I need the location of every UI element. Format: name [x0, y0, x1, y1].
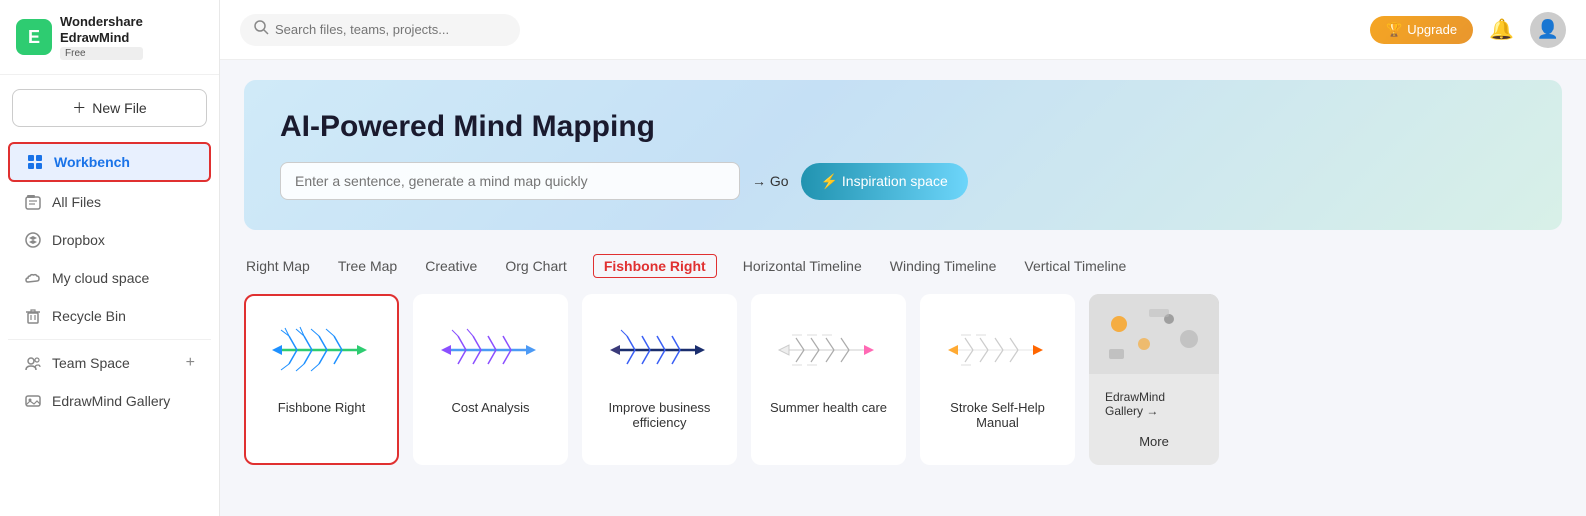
logo-text: WondershareEdrawMind Free — [60, 14, 143, 60]
app-badge: Free — [60, 47, 143, 60]
sidebar-item-all-files[interactable]: All Files — [8, 184, 211, 220]
user-avatar[interactable]: 👤 — [1530, 12, 1566, 48]
template-card-cost-analysis[interactable]: Cost Analysis — [413, 294, 568, 465]
hero-input[interactable] — [280, 162, 740, 200]
upgrade-icon: 🏆 — [1386, 22, 1402, 38]
sidebar-item-label: My cloud space — [52, 270, 149, 286]
sidebar-item-label: Workbench — [54, 154, 130, 170]
sidebar-item-label: EdrawMind Gallery — [52, 393, 170, 409]
template-label-business: Improve business efficiency — [598, 400, 721, 430]
template-card-fishbone-right[interactable]: Fishbone Right — [244, 294, 399, 465]
hero-input-row: → Go ⚡ Inspiration space — [280, 162, 1526, 200]
cloud-icon — [24, 269, 42, 287]
sidebar-item-label: Dropbox — [52, 232, 105, 248]
sidebar-item-team-space[interactable]: Team Space + — [8, 345, 211, 381]
content-area: AI-Powered Mind Mapping → Go ⚡ Inspirati… — [220, 60, 1586, 516]
template-tabs: Right Map Tree Map Creative Org Chart Fi… — [244, 254, 1562, 278]
logo-icon: E — [16, 19, 52, 55]
templates-section: Right Map Tree Map Creative Org Chart Fi… — [244, 254, 1562, 465]
workbench-icon — [26, 153, 44, 171]
sidebar-item-label: Team Space — [52, 355, 130, 371]
template-thumb-fishbone-right — [262, 310, 382, 390]
sidebar-item-workbench[interactable]: Workbench — [8, 142, 211, 182]
tab-tree-map[interactable]: Tree Map — [336, 254, 399, 278]
template-label-cost-analysis: Cost Analysis — [451, 400, 529, 415]
template-card-business[interactable]: Improve business efficiency — [582, 294, 737, 465]
search-input[interactable] — [275, 22, 506, 37]
sidebar-item-recycle[interactable]: Recycle Bin — [8, 298, 211, 334]
main-content: 🏆 Upgrade 🔔 👤 AI-Powered Mind Mapping → … — [220, 0, 1586, 516]
gallery-label[interactable]: EdrawMind Gallery → — [1095, 382, 1213, 426]
template-thumb-stroke — [938, 310, 1058, 390]
hero-title: AI-Powered Mind Mapping — [280, 110, 1526, 144]
tab-winding-timeline[interactable]: Winding Timeline — [888, 254, 999, 278]
template-thumb-health — [769, 310, 889, 390]
gallery-more[interactable]: More — [1095, 426, 1213, 457]
new-file-label: New File — [92, 100, 146, 116]
trash-icon — [24, 307, 42, 325]
sidebar-item-dropbox[interactable]: Dropbox — [8, 222, 211, 258]
team-icon — [24, 354, 42, 372]
template-thumb-cost-analysis — [431, 310, 551, 390]
search-box[interactable] — [240, 14, 520, 46]
sidebar-item-gallery[interactable]: EdrawMind Gallery — [8, 383, 211, 419]
topbar-right: 🏆 Upgrade 🔔 👤 — [1370, 12, 1566, 48]
notification-bell-icon[interactable]: 🔔 — [1489, 17, 1514, 42]
template-label-stroke: Stroke Self-Help Manual — [936, 400, 1059, 430]
template-label-health: Summer health care — [770, 400, 887, 415]
templates-grid: Fishbone Right — [244, 294, 1562, 465]
template-card-stroke[interactable]: Stroke Self-Help Manual — [920, 294, 1075, 465]
sidebar-item-my-cloud[interactable]: My cloud space — [8, 260, 211, 296]
add-team-icon[interactable]: + — [186, 354, 195, 372]
plus-icon: ＋ — [72, 98, 86, 118]
search-icon — [254, 20, 269, 40]
gallery-icon — [24, 392, 42, 410]
template-card-health[interactable]: Summer health care — [751, 294, 906, 465]
sidebar-item-label: All Files — [52, 194, 101, 210]
inspiration-button[interactable]: ⚡ Inspiration space — [801, 163, 968, 200]
tab-fishbone-right[interactable]: Fishbone Right — [593, 254, 717, 278]
upgrade-label: Upgrade — [1407, 22, 1457, 37]
template-label-fishbone-right: Fishbone Right — [278, 400, 365, 415]
new-file-button[interactable]: ＋ New File — [12, 89, 207, 127]
sidebar-item-label: Recycle Bin — [52, 308, 126, 324]
go-button[interactable]: → Go — [752, 173, 789, 189]
tab-org-chart[interactable]: Org Chart — [503, 254, 568, 278]
hero-banner: AI-Powered Mind Mapping → Go ⚡ Inspirati… — [244, 80, 1562, 230]
upgrade-button[interactable]: 🏆 Upgrade — [1370, 16, 1473, 44]
sidebar: E WondershareEdrawMind Free ＋ New File W… — [0, 0, 220, 516]
files-icon — [24, 193, 42, 211]
app-logo: E WondershareEdrawMind Free — [0, 0, 219, 75]
tab-vertical-timeline[interactable]: Vertical Timeline — [1022, 254, 1128, 278]
dropbox-icon — [24, 231, 42, 249]
gallery-info: EdrawMind Gallery → More — [1089, 374, 1219, 465]
app-name: WondershareEdrawMind — [60, 14, 143, 45]
gallery-card[interactable]: EdrawMind Gallery → More — [1089, 294, 1219, 465]
topbar: 🏆 Upgrade 🔔 👤 — [220, 0, 1586, 60]
sidebar-nav: Workbench All Files Dropbox My cloud spa… — [0, 137, 219, 424]
tab-creative[interactable]: Creative — [423, 254, 479, 278]
tab-horizontal-timeline[interactable]: Horizontal Timeline — [741, 254, 864, 278]
gallery-thumb — [1089, 294, 1219, 374]
tab-right-map[interactable]: Right Map — [244, 254, 312, 278]
template-thumb-business — [600, 310, 720, 390]
